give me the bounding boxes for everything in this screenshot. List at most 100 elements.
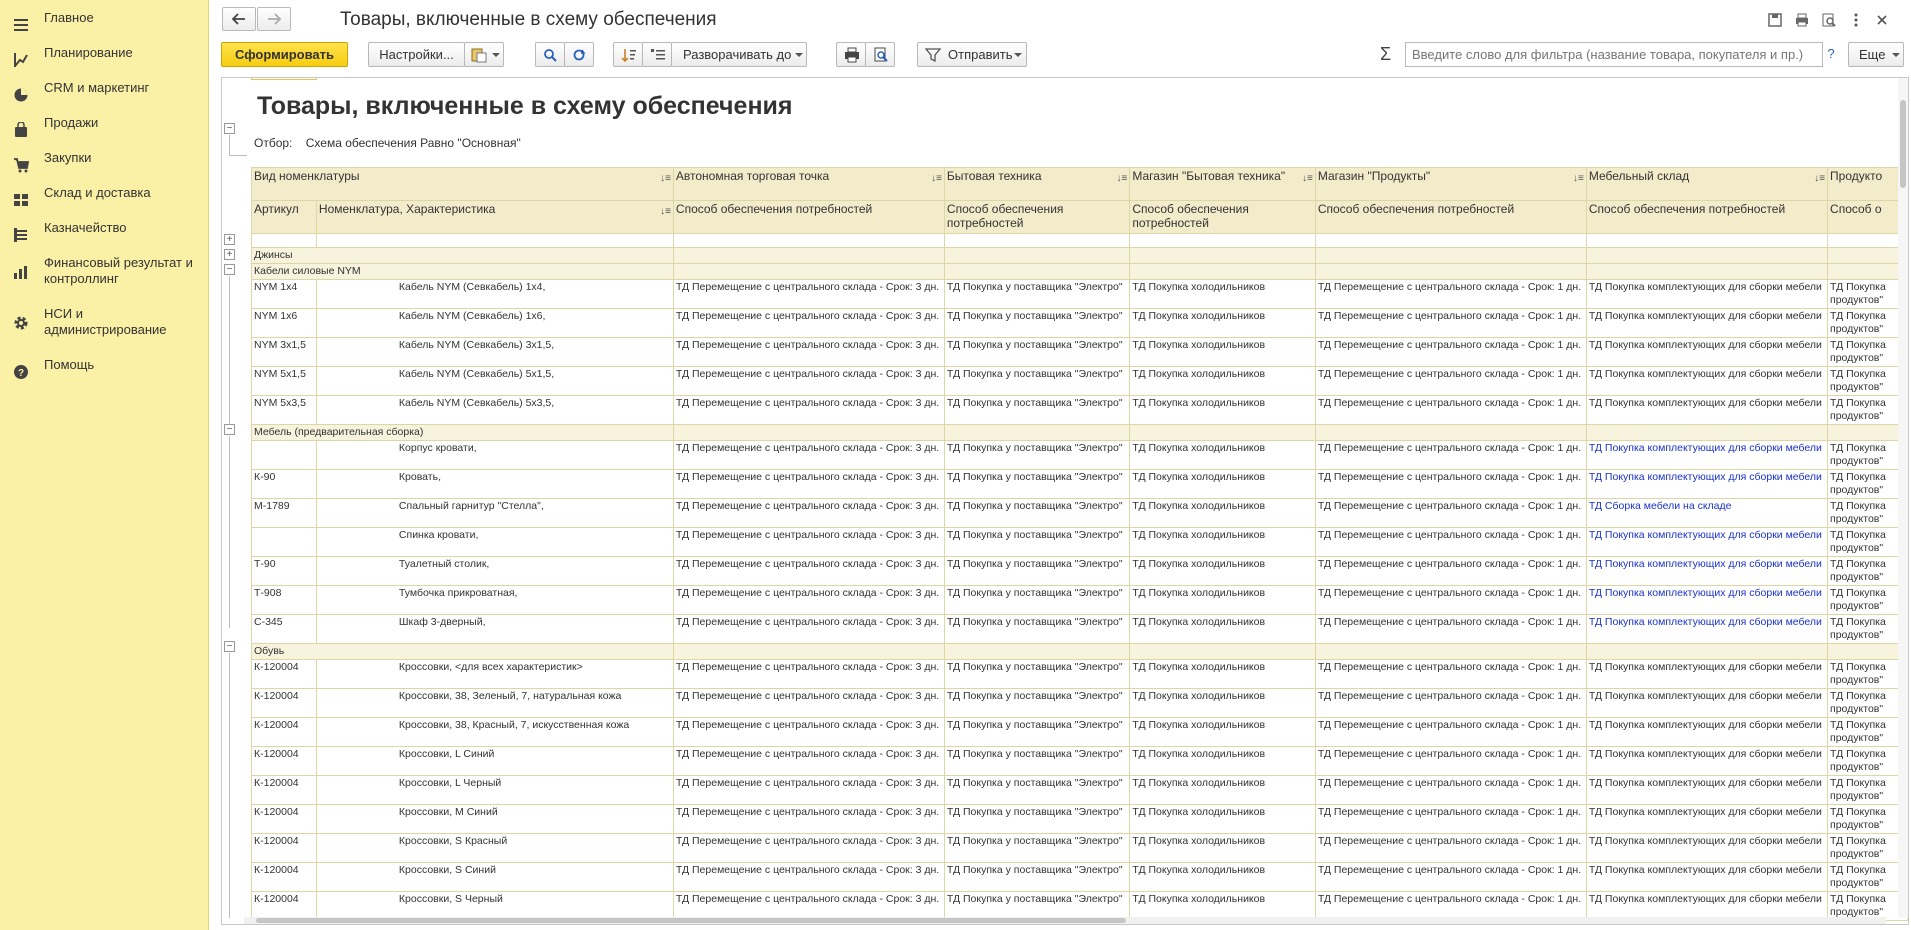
table-row[interactable]: К-120004 Кроссовки, S Красный ТД Перемещен… (251, 833, 1908, 863)
bag-icon (15, 122, 27, 137)
filter-input[interactable] (1405, 42, 1823, 67)
header-cell[interactable]: Способ обеспечения потребностей (943, 200, 1131, 234)
settings-button[interactable]: Настройки... (368, 42, 465, 67)
table-row[interactable]: К-120004 Кроссовки, S Синий ТД Перемещение… (251, 862, 1908, 892)
sort-button[interactable] (613, 42, 643, 67)
send-label: Отправить (948, 47, 1013, 62)
table-row[interactable]: NYM 5x1,5 Кабель NYM (Севкабель) 5x1,5, ТД… (251, 366, 1908, 396)
table-row[interactable]: М-1789 Спальный гарнитур "Стелла", ТД Пере… (251, 498, 1908, 528)
group-button[interactable] (642, 42, 672, 67)
header-cell[interactable]: Способ обеспечения потребностей (1585, 200, 1829, 234)
table-row[interactable]: К-120004 Кроссовки, <для всех характерист… (251, 659, 1908, 689)
sidebar-item-sales[interactable]: Продажи (0, 115, 209, 145)
table-row[interactable]: К-120004 Кроссовки, 38, Красный, 7, искус… (251, 717, 1908, 747)
table-row[interactable]: С-345 Шкаф 3-дверный, ТД Перемещение с цен… (251, 614, 1908, 644)
table-row[interactable]: К-120004 Кроссовки, L Синий ТД Перемещение… (251, 746, 1908, 776)
magnifier-page-icon (874, 47, 888, 62)
sidebar-item-label: Планирование (44, 45, 133, 60)
more-vertical-icon[interactable] (1848, 12, 1864, 28)
sidebar-item-label: CRM и маркетинг (44, 80, 150, 95)
expand-toggle-jeans[interactable]: + (224, 249, 235, 260)
header-cell[interactable]: Магазин "Продукты" ↓≡ (1314, 167, 1587, 201)
header-cell[interactable]: Способ обеспечения потребностей (1314, 200, 1587, 234)
preview-button[interactable] (865, 42, 895, 67)
forward-button[interactable] (257, 7, 291, 31)
generate-button[interactable]: Сформировать (221, 42, 348, 67)
help-link[interactable]: ? (1822, 44, 1840, 64)
header-cell[interactable]: Магазин "Бытовая техника" ↓≡ (1129, 167, 1316, 201)
sidebar-item-warehouse[interactable]: Склад и доставка (0, 185, 209, 215)
sidebar-item-help[interactable]: ? Помощь (0, 357, 209, 387)
header-cell[interactable]: Продукто (1827, 167, 1908, 201)
sidebar-item-finance[interactable]: Финансовый результат и контроллинг (0, 255, 209, 295)
preview-icon[interactable] (1821, 12, 1837, 28)
warehouse-icon (14, 194, 28, 206)
table-row[interactable]: NYM 3x1,5 Кабель NYM (Севкабель) 3x1,5, ТД… (251, 337, 1908, 367)
back-button[interactable] (222, 7, 256, 31)
cart-icon (14, 158, 29, 173)
sidebar-item-main[interactable]: Главное (0, 10, 209, 40)
header-cell[interactable]: Артикул (251, 200, 317, 234)
header-cell[interactable]: Способ о (1827, 200, 1908, 234)
clipboard-icon (471, 48, 487, 63)
header-cell[interactable]: Номенклатура, Характеристика ↓≡ (315, 200, 674, 234)
sidebar-item-crm[interactable]: CRM и маркетинг (0, 80, 209, 110)
search-button[interactable] (535, 42, 565, 67)
sidebar-item-nsi[interactable]: НСИ и администрирование (0, 306, 209, 346)
sidebar-item-planning[interactable]: Планирование (0, 45, 209, 75)
table-row[interactable]: К-120004 Кроссовки, M Синий ТД Перемещение… (251, 804, 1908, 834)
search-icon (544, 49, 557, 62)
header-cell[interactable]: Вид номенклатуры ↓≡ (251, 167, 674, 201)
collapse-toggle-furniture[interactable]: − (224, 424, 235, 435)
table-row[interactable]: Спинка кровати, ТД Перемещение с централь… (251, 527, 1908, 557)
group-row[interactable]: Джинсы (251, 247, 1908, 264)
send-button[interactable]: Отправить (917, 42, 1027, 67)
header-cell[interactable]: Способ обеспечения потребностей (1129, 200, 1316, 234)
print-button[interactable] (836, 42, 866, 67)
collapse-toggle-cables[interactable]: − (224, 264, 235, 275)
vertical-scrollbar[interactable] (1898, 78, 1908, 918)
sigma-icon[interactable]: Σ (1380, 42, 1391, 66)
table-row[interactable]: NYM 1x4 Кабель NYM (Севкабель) 1x4, ТД Пер… (251, 279, 1908, 309)
page-title: Товары, включенные в схему обеспечения (340, 9, 717, 30)
header-cell[interactable]: Способ обеспечения потребностей (672, 200, 945, 234)
report-area[interactable]: Товары, включенные в схему обеспечения О… (221, 77, 1909, 925)
arrow-right-icon (268, 13, 281, 25)
close-icon[interactable] (1874, 12, 1890, 28)
table-row[interactable]: NYM 1x6 Кабель NYM (Севкабель) 1x6, ТД Пер… (251, 308, 1908, 338)
header-cell[interactable]: Мебельный склад ↓≡ (1585, 167, 1829, 201)
table-row[interactable]: Т-90 Туалетный столик, ТД Перемещение с це… (251, 556, 1908, 586)
group-row[interactable]: Обувь (251, 643, 1908, 660)
menu-icon (14, 19, 28, 31)
print-icon[interactable] (1794, 12, 1810, 28)
horizontal-scroll-thumb[interactable] (256, 918, 1126, 923)
vertical-scroll-thumb[interactable] (1900, 100, 1906, 188)
table-row[interactable]: Т-908 Тумбочка прикроватная, ТД Перемещени… (251, 585, 1908, 615)
sidebar-item-purchases[interactable]: Закупки (0, 150, 209, 180)
planning-icon (14, 53, 28, 67)
table-row[interactable]: К-90 Кровать, ТД Перемещение с центральног… (251, 469, 1908, 499)
sidebar-item-treasury[interactable]: Казначейство (0, 220, 209, 250)
group-row[interactable]: Мебель (предварительная сборка) (251, 424, 1908, 441)
sidebar: Главное Планирование CRM и маркетинг Про… (0, 0, 209, 930)
sidebar-item-label: Финансовый результат и контроллинг (44, 255, 193, 286)
expand-to-button[interactable]: Разворачивать до (671, 42, 807, 67)
save-icon[interactable] (1767, 12, 1783, 28)
header-cell[interactable]: Автономная торговая точка ↓≡ (672, 167, 945, 201)
horizontal-scrollbar[interactable] (244, 917, 1886, 924)
more-button[interactable]: Еще (1848, 42, 1904, 67)
table-row[interactable]: NYM 5x3,5 Кабель NYM (Севкабель) 5x3,5, ТД… (251, 395, 1908, 425)
group-row[interactable]: Кабели силовые NYM (251, 263, 1908, 280)
collapse-toggle-shoes[interactable]: − (224, 641, 235, 652)
collapse-toggle[interactable]: − (224, 123, 235, 134)
header-cell[interactable]: Бытовая техника ↓≡ (943, 167, 1131, 201)
table-row[interactable]: К-120004 Кроссовки, 38, Зеленый, 7, натур… (251, 688, 1908, 718)
table-row[interactable]: К-120004 Кроссовки, L Черный ТД Перемещени… (251, 775, 1908, 805)
sidebar-item-label: Казначейство (44, 220, 127, 235)
table-row[interactable]: Корпус кровати, ТД Перемещение с централь… (251, 440, 1908, 470)
search-next-button[interactable] (564, 42, 594, 67)
treasury-icon (14, 228, 27, 242)
svg-text:?: ? (18, 368, 24, 379)
variants-button[interactable] (464, 42, 504, 67)
expand-toggle[interactable]: + (224, 234, 235, 245)
